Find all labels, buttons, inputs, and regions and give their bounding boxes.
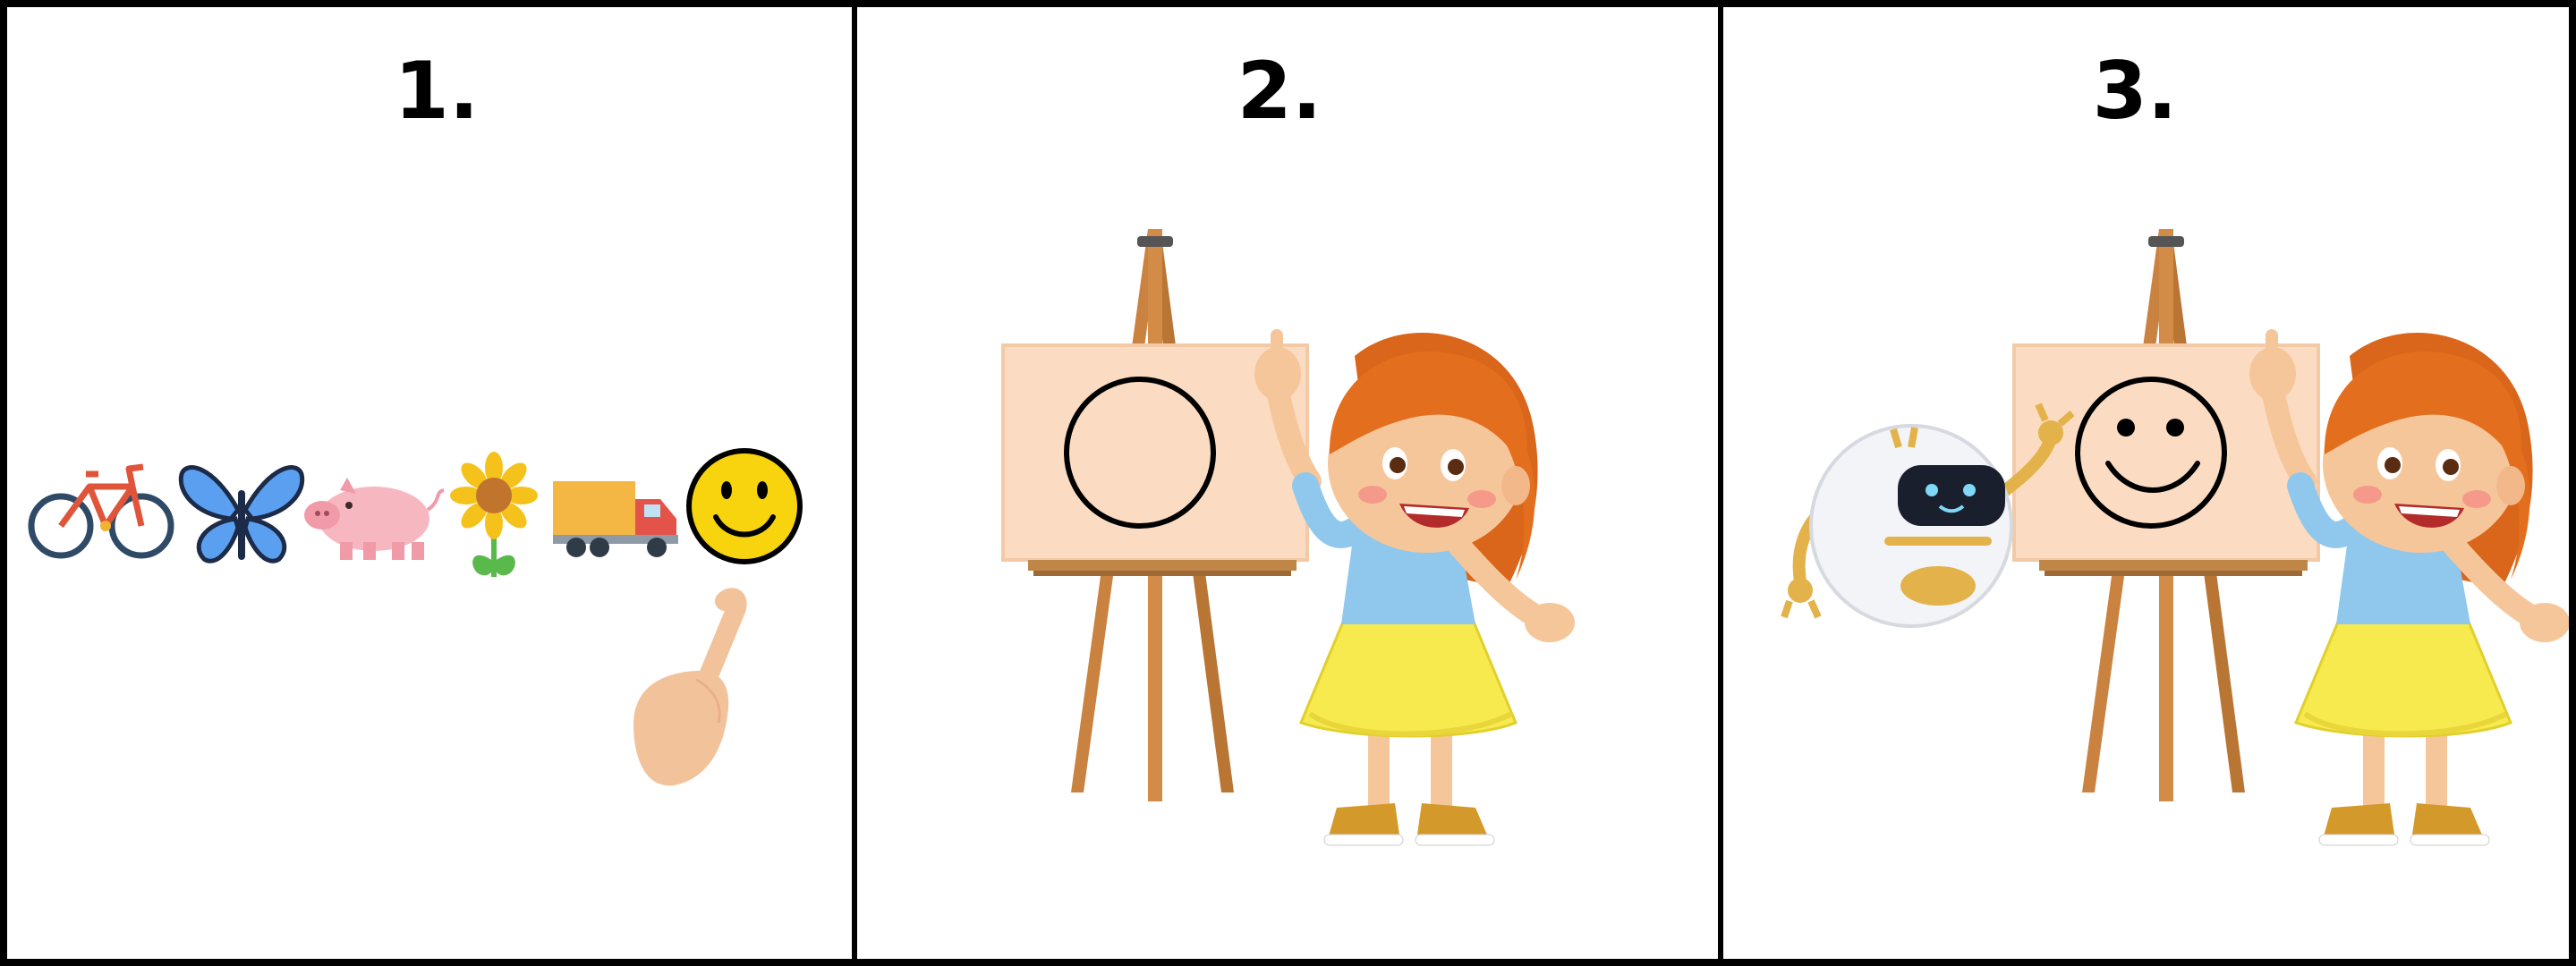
easel [1001,227,1309,803]
easel-scene-2 [1001,227,1718,966]
pointing-hand-icon [633,588,747,786]
pig-icon [304,478,445,560]
bicycle-icon [28,463,174,559]
delivery-truck-icon [553,481,678,557]
butterfly-icon [178,465,305,564]
icon-row [28,448,803,786]
easel-scene-3 [1781,227,2569,966]
panel-step-2: 2. [857,0,1718,966]
easel [2012,227,2320,803]
smiling-face-icon [686,448,803,564]
panel-step-3: 3. [1723,0,2569,966]
panel-step-1: 1. [7,0,852,966]
sunflower-icon [450,452,538,577]
